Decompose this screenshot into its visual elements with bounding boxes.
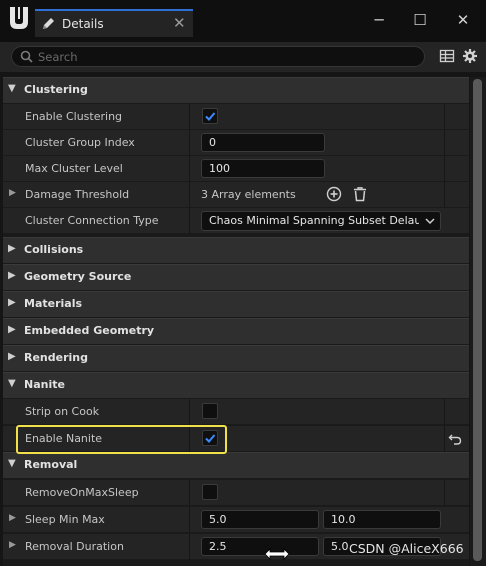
property-label: Enable Clustering xyxy=(25,110,123,123)
column-divider[interactable] xyxy=(189,130,190,156)
category-label: Nanite xyxy=(24,378,65,391)
column-divider xyxy=(444,182,445,208)
array-elements-count: 3 Array elements xyxy=(201,188,296,201)
category-label: Embedded Geometry xyxy=(24,324,155,337)
close-window-icon[interactable]: ✕ xyxy=(450,8,476,32)
collapse-arrow-icon[interactable]: ▼ xyxy=(8,458,16,469)
chevron-down-icon xyxy=(425,218,435,225)
details-panel: ▼ Clustering Enable Clustering Cluster G… xyxy=(3,77,469,566)
tab-details[interactable]: Details ✕ xyxy=(35,9,193,37)
category-label: Collisions xyxy=(24,243,84,256)
column-divider xyxy=(444,104,445,130)
category-embedded-geometry[interactable]: ▶ Embedded Geometry xyxy=(3,318,469,344)
column-divider xyxy=(444,480,445,506)
max-cluster-level-field[interactable]: 100 xyxy=(201,159,325,178)
property-row-enable-clustering: Enable Clustering xyxy=(3,103,469,130)
watermark-text: CSDN @AliceX666 xyxy=(349,541,464,556)
dropdown-selected-value: Chaos Minimal Spanning Subset Delauna xyxy=(209,214,419,227)
category-label: Clustering xyxy=(24,83,88,96)
highlight-annotation xyxy=(16,425,227,454)
property-row-cluster-connection-type: Cluster Connection Type Chaos Minimal Sp… xyxy=(3,207,469,234)
property-row-damage-threshold: ▶ Damage Threshold 3 Array elements xyxy=(3,181,469,208)
category-materials[interactable]: ▶ Materials xyxy=(3,291,469,317)
property-row-remove-on-max-sleep: RemoveOnMaxSleep xyxy=(3,479,469,506)
expand-arrow-icon[interactable]: ▶ xyxy=(9,513,16,523)
category-geometry-source[interactable]: ▶ Geometry Source xyxy=(3,264,469,290)
trash-icon[interactable] xyxy=(352,186,368,202)
column-divider[interactable] xyxy=(189,507,190,533)
column-divider[interactable] xyxy=(189,156,190,182)
reset-to-default-icon[interactable] xyxy=(448,432,462,446)
details-toolbar xyxy=(0,42,486,72)
gear-icon[interactable] xyxy=(462,48,478,64)
remove-on-max-sleep-checkbox[interactable] xyxy=(202,484,218,500)
sleep-min-field[interactable]: 5.0 xyxy=(201,510,319,529)
search-input[interactable] xyxy=(38,48,408,65)
property-label: Damage Threshold xyxy=(25,188,130,201)
property-row-strip-on-cook: Strip on Cook xyxy=(3,398,469,425)
category-clustering[interactable]: ▼ Clustering xyxy=(3,77,469,103)
category-removal[interactable]: ▼ Removal xyxy=(3,452,469,478)
category-label: Rendering xyxy=(24,351,88,364)
property-label: RemoveOnMaxSleep xyxy=(25,486,139,499)
column-divider[interactable] xyxy=(189,399,190,425)
column-divider[interactable] xyxy=(189,534,190,560)
property-row-max-cluster-level: Max Cluster Level 100 xyxy=(3,155,469,182)
collapse-arrow-icon[interactable]: ▼ xyxy=(8,378,16,389)
tab-close-icon[interactable]: ✕ xyxy=(173,14,186,32)
column-divider[interactable] xyxy=(189,208,190,234)
expand-arrow-icon[interactable]: ▶ xyxy=(8,351,16,362)
column-divider xyxy=(444,130,445,156)
expand-arrow-icon[interactable]: ▶ xyxy=(8,243,16,254)
column-divider xyxy=(444,156,445,182)
add-circle-icon[interactable] xyxy=(326,186,342,202)
column-divider[interactable] xyxy=(189,182,190,208)
maximize-icon[interactable]: ☐ xyxy=(407,8,433,32)
scrollbar-thumb[interactable] xyxy=(473,79,482,561)
vertical-scrollbar[interactable] xyxy=(470,77,486,566)
expand-arrow-icon[interactable]: ▶ xyxy=(8,270,16,281)
column-divider xyxy=(444,426,445,452)
expand-arrow-icon[interactable]: ▶ xyxy=(8,324,16,335)
category-collisions[interactable]: ▶ Collisions xyxy=(3,237,469,263)
cluster-connection-type-dropdown[interactable]: Chaos Minimal Spanning Subset Delauna xyxy=(201,211,441,231)
category-label: Materials xyxy=(24,297,83,310)
property-label: Sleep Min Max xyxy=(25,513,105,526)
expand-arrow-icon[interactable]: ▶ xyxy=(8,297,16,308)
expand-arrow-icon[interactable]: ▶ xyxy=(9,188,16,198)
unreal-logo-icon xyxy=(10,7,28,29)
minimize-icon[interactable]: ─ xyxy=(366,8,392,32)
property-label: Strip on Cook xyxy=(25,405,100,418)
column-divider xyxy=(444,399,445,425)
search-box[interactable] xyxy=(11,46,425,67)
tab-title: Details xyxy=(62,17,104,31)
property-label: Cluster Group Index xyxy=(25,136,135,149)
search-icon xyxy=(20,50,33,63)
property-row-sleep-min-max: ▶ Sleep Min Max 5.0 10.0 xyxy=(3,506,469,533)
category-rendering[interactable]: ▶ Rendering xyxy=(3,345,469,371)
horizontal-resize-cursor-icon xyxy=(264,548,290,560)
category-label: Removal xyxy=(24,458,78,471)
category-nanite[interactable]: ▼ Nanite xyxy=(3,372,469,398)
column-divider[interactable] xyxy=(189,480,190,506)
enable-clustering-checkbox[interactable] xyxy=(202,108,218,124)
property-label: Cluster Connection Type xyxy=(25,214,159,227)
collapse-arrow-icon[interactable]: ▼ xyxy=(8,83,16,94)
property-label: Removal Duration xyxy=(25,540,124,553)
expand-arrow-icon[interactable]: ▶ xyxy=(9,540,16,550)
title-bar: Details ✕ ─ ☐ ✕ xyxy=(0,0,486,42)
cluster-group-index-field[interactable]: 0 xyxy=(201,133,325,152)
removal-duration-min-field[interactable]: 2.5 xyxy=(201,537,319,556)
property-row-cluster-group-index: Cluster Group Index 0 xyxy=(3,129,469,156)
sleep-max-field[interactable]: 10.0 xyxy=(323,510,441,529)
strip-on-cook-checkbox[interactable] xyxy=(202,403,218,419)
category-label: Geometry Source xyxy=(24,270,132,283)
checkmark-icon xyxy=(205,112,216,121)
property-label: Max Cluster Level xyxy=(25,162,123,175)
table-view-icon[interactable] xyxy=(439,48,455,64)
column-divider[interactable] xyxy=(189,104,190,130)
pencil-icon xyxy=(43,18,54,29)
